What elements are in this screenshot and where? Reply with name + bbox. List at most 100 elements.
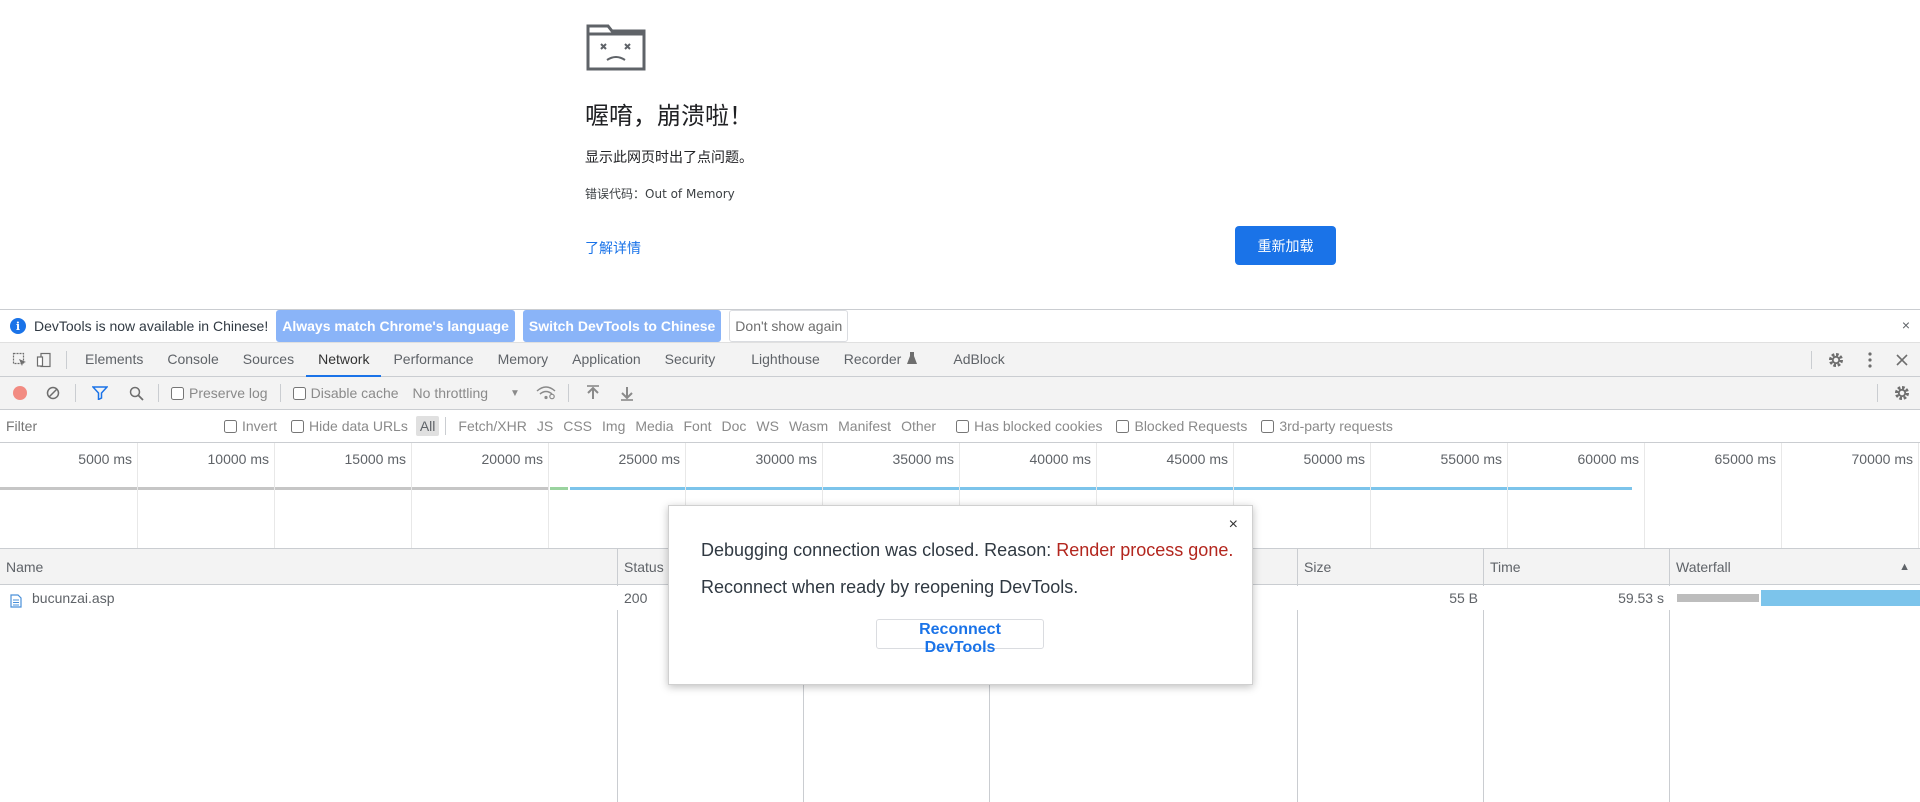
device-toolbar-icon[interactable] <box>34 350 54 370</box>
preserve-log-label: Preserve log <box>189 385 268 401</box>
filter-type-all[interactable]: All <box>415 416 440 436</box>
column-header-name[interactable]: Name <box>0 549 618 585</box>
filter-type-fetch-xhr[interactable]: Fetch/XHR <box>454 416 530 436</box>
filter-type-other[interactable]: Other <box>897 416 940 436</box>
overview-gridline <box>1781 443 1782 548</box>
search-icon[interactable] <box>126 383 146 403</box>
filter-type-css[interactable]: CSS <box>559 416 596 436</box>
blocked-requests-input[interactable] <box>1116 419 1130 433</box>
dialog-reconnect-hint: Reconnect when ready by reopening DevToo… <box>701 577 1079 597</box>
filter-type-wasm[interactable]: Wasm <box>785 416 832 436</box>
network-conditions-icon[interactable] <box>536 383 556 403</box>
reconnect-devtools-button[interactable]: Reconnect DevTools <box>876 619 1044 656</box>
dont-show-again-button[interactable]: Don't show again <box>729 310 849 342</box>
dialog-close-icon[interactable]: × <box>1229 516 1238 534</box>
export-har-icon[interactable] <box>617 383 637 403</box>
tab-application[interactable]: Application <box>560 343 653 376</box>
resource-type-filters: All Fetch/XHR JS CSS Img Media Font Doc WS Wasm Ma… <box>414 416 940 436</box>
tab-console[interactable]: Console <box>155 343 230 376</box>
waterfall-bar-waiting <box>1677 594 1759 602</box>
hide-data-urls-label: Hide data URLs <box>309 418 408 434</box>
filter-type-ws[interactable]: WS <box>752 416 783 436</box>
overview-tick-label: 10000 ms <box>207 451 269 467</box>
disable-cache-label: Disable cache <box>310 385 399 401</box>
switch-to-chinese-button[interactable]: Switch DevTools to Chinese <box>522 310 722 342</box>
learn-more-link[interactable]: 了解详情 <box>585 238 641 258</box>
overview-gridline <box>274 443 275 548</box>
request-status: 200 <box>624 590 648 606</box>
filter-type-img[interactable]: Img <box>598 416 629 436</box>
always-match-language-button[interactable]: Always match Chrome's language <box>276 310 515 342</box>
filter-input[interactable] <box>4 414 208 438</box>
tab-performance[interactable]: Performance <box>381 343 485 376</box>
toolbar-divider <box>1877 384 1878 402</box>
record-button[interactable] <box>13 386 27 400</box>
throttling-value: No throttling <box>412 385 489 401</box>
invert-checkbox[interactable]: Invert <box>224 418 277 434</box>
tab-lighthouse[interactable]: Lighthouse <box>739 343 832 376</box>
tab-recorder-label: Recorder <box>843 351 902 367</box>
reload-button[interactable]: 重新加载 <box>1235 226 1336 265</box>
invert-label: Invert <box>242 418 278 434</box>
tab-elements[interactable]: Elements <box>73 343 155 376</box>
waterfall-header-label: Waterfall <box>1676 559 1731 575</box>
settings-gear-icon[interactable] <box>1826 350 1846 370</box>
overview-tick-label: 65000 ms <box>1714 451 1776 467</box>
overview-gridline <box>137 443 138 548</box>
blocked-requests-label: Blocked Requests <box>1134 418 1248 434</box>
throttling-select[interactable]: No throttling ▼ <box>413 385 520 401</box>
hide-data-urls-checkbox[interactable]: Hide data URLs <box>291 418 408 434</box>
column-header-waterfall[interactable]: Waterfall ▲ <box>1670 549 1920 585</box>
invert-input[interactable] <box>224 419 237 433</box>
network-settings-gear-icon[interactable] <box>1892 383 1912 403</box>
overview-bar-download <box>570 487 1632 490</box>
overview-tick-label: 30000 ms <box>755 451 817 467</box>
tab-memory[interactable]: Memory <box>486 343 561 376</box>
experimental-flask-icon <box>907 351 918 367</box>
tab-recorder[interactable]: Recorder <box>832 343 930 376</box>
filter-type-doc[interactable]: Doc <box>718 416 751 436</box>
filter-type-manifest[interactable]: Manifest <box>834 416 895 436</box>
overview-tick-label: 25000 ms <box>618 451 680 467</box>
hide-data-urls-input[interactable] <box>291 419 305 433</box>
has-blocked-cookies-input[interactable] <box>956 419 970 433</box>
preserve-log-checkbox[interactable]: Preserve log <box>171 385 268 401</box>
filter-type-font[interactable]: Font <box>680 416 716 436</box>
tab-adblock[interactable]: AdBlock <box>941 343 1016 376</box>
close-devtools-icon[interactable] <box>1892 350 1912 370</box>
filter-type-media[interactable]: Media <box>631 416 677 436</box>
import-har-icon[interactable] <box>583 383 603 403</box>
overview-tick-label: 55000 ms <box>1440 451 1502 467</box>
overview-tick-label: 60000 ms <box>1577 451 1639 467</box>
column-header-time[interactable]: Time <box>1484 549 1670 585</box>
request-name: bucunzai.asp <box>32 590 115 606</box>
disable-cache-input[interactable] <box>292 386 306 400</box>
third-party-requests-input[interactable] <box>1261 419 1275 433</box>
infobar-message: DevTools is now available in Chinese! <box>34 318 269 334</box>
more-options-icon[interactable] <box>1860 350 1880 370</box>
preserve-log-input[interactable] <box>171 386 184 400</box>
column-header-size[interactable]: Size <box>1298 549 1484 585</box>
toolbar-divider <box>66 350 67 369</box>
disable-cache-checkbox[interactable]: Disable cache <box>292 385 399 401</box>
overview-gridline <box>1918 443 1919 548</box>
infobar-close-icon[interactable]: × <box>1902 317 1910 333</box>
filter-type-js[interactable]: JS <box>533 416 557 436</box>
overview-tick-label: 35000 ms <box>892 451 954 467</box>
tab-sources[interactable]: Sources <box>231 343 306 376</box>
tab-security[interactable]: Security <box>653 343 728 376</box>
document-file-icon <box>10 591 22 608</box>
clear-icon[interactable] <box>43 383 63 403</box>
dialog-reason: Render process gone. <box>1056 540 1234 560</box>
error-code-value: Out of Memory <box>645 187 735 201</box>
filter-icon[interactable] <box>90 383 110 403</box>
sad-folder-icon <box>585 20 647 76</box>
inspect-element-icon[interactable] <box>10 350 30 370</box>
tab-network[interactable]: Network <box>306 343 382 377</box>
request-time: 59.53 s <box>1618 590 1664 606</box>
error-code-line: 错误代码：Out of Memory <box>585 185 735 202</box>
blocked-requests-checkbox[interactable]: Blocked Requests <box>1116 418 1247 434</box>
has-blocked-cookies-checkbox[interactable]: Has blocked cookies <box>956 418 1102 434</box>
overview-tick-label: 40000 ms <box>1029 451 1091 467</box>
third-party-requests-checkbox[interactable]: 3rd-party requests <box>1261 418 1393 434</box>
